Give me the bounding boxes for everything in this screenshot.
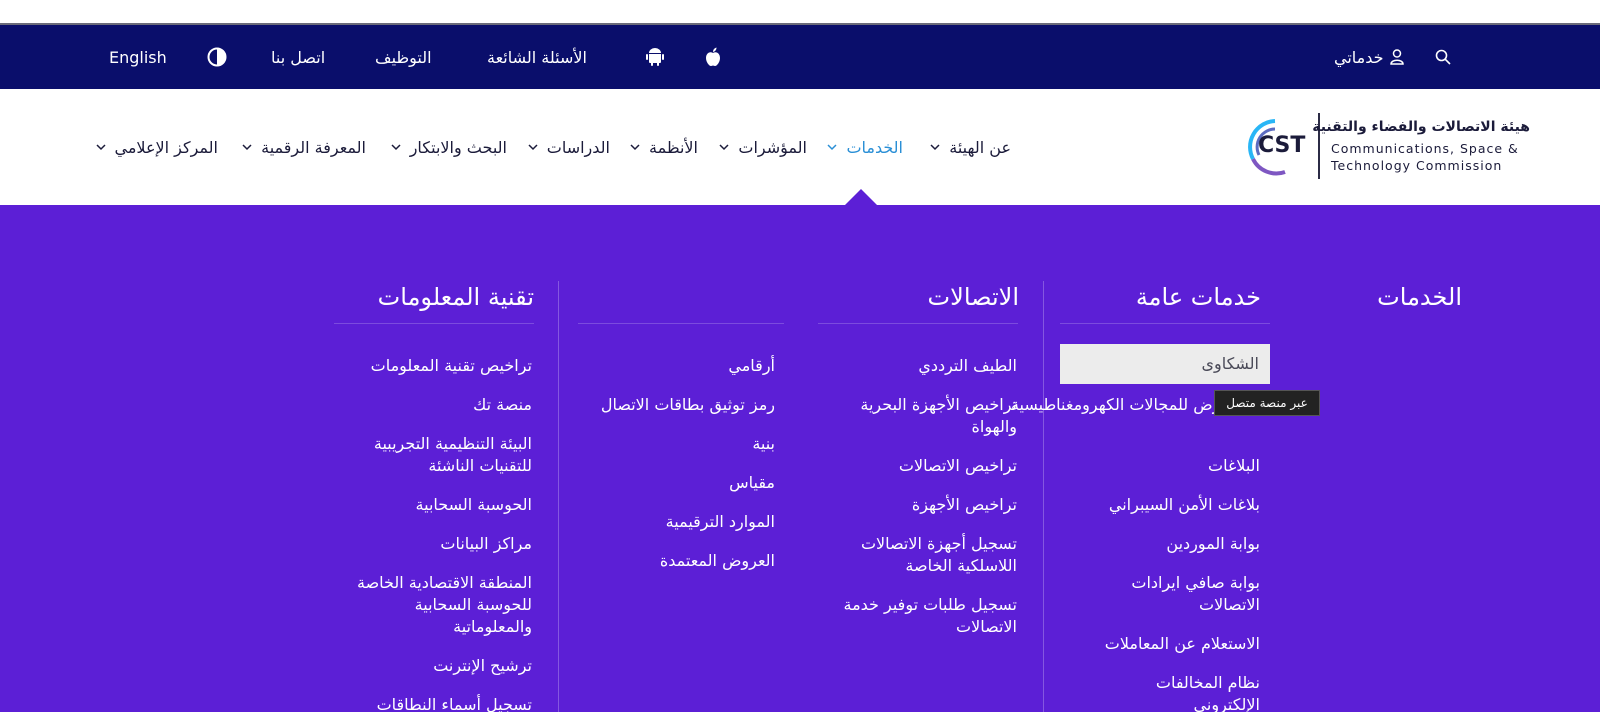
chevron-down-icon xyxy=(630,144,640,151)
chevron-down-icon xyxy=(242,144,252,151)
link-spectrum[interactable]: الطيف الترددي xyxy=(817,355,1017,377)
link-sim-verification-code[interactable]: رمز توثيق بطاقات الاتصال xyxy=(545,394,775,416)
logo-name-en-line1: Communications, Space & xyxy=(1331,141,1519,156)
logo-name-en-line2: Technology Commission xyxy=(1331,158,1503,173)
nav-item-services[interactable]: الخدمات xyxy=(826,135,903,159)
link-data-centers[interactable]: مراكز البيانات xyxy=(332,533,532,555)
link-regulatory-sandbox[interactable]: البيئة التنظيمية التجريبية للتقنيات النا… xyxy=(332,433,532,477)
link-cloud-computing[interactable]: الحوسبة السحابية xyxy=(332,494,532,516)
faq-label: الأسئلة الشائعة xyxy=(487,47,587,67)
my-services-link[interactable]: خدماتي xyxy=(1334,25,1404,89)
chevron-down-icon xyxy=(827,144,837,151)
column-title-it: تقنية المعلومات xyxy=(377,283,534,311)
link-domain-registration[interactable]: تسجيل أسماء النطاقات xyxy=(332,694,532,712)
chevron-down-icon xyxy=(719,144,729,151)
column-title-telecom: الاتصالات xyxy=(927,283,1019,311)
faq-link[interactable]: الأسئلة الشائعة xyxy=(487,25,587,89)
link-transaction-inquiry[interactable]: الاستعلام عن المعاملات xyxy=(1010,633,1260,655)
logo-name-ar: هيئة الاتصالات والفضاء والتقنية xyxy=(1312,119,1530,135)
nav-label: البحث والابتكار xyxy=(409,137,507,157)
link-internet-filtering[interactable]: ترشيح الإنترنت xyxy=(332,655,532,677)
link-complaints[interactable]: الشكاوى xyxy=(1060,344,1259,384)
jobs-label: التوظيف xyxy=(375,47,432,67)
chevron-down-icon xyxy=(528,144,538,151)
link-private-wireless-registration[interactable]: تسجيل أجهزة الاتصالات اللاسلكية الخاصة xyxy=(817,533,1017,577)
nav-label: الدراسات xyxy=(546,137,610,157)
nav-item-digital-knowledge[interactable]: المعرفة الرقمية xyxy=(241,135,366,159)
nav-item-studies[interactable]: الدراسات xyxy=(527,135,610,159)
link-telecom-licenses[interactable]: تراخيص الاتصالات xyxy=(817,455,1017,477)
nav-item-indicators[interactable]: المؤشرات xyxy=(718,135,807,159)
link-reports[interactable]: البلاغات xyxy=(1010,455,1260,477)
link-it-licenses[interactable]: تراخيص تقنية المعلومات xyxy=(332,355,532,377)
android-app-icon[interactable] xyxy=(646,25,664,89)
services-mega-menu: الخدمات خدمات عامة الشكاوى ل التعرض للمج… xyxy=(0,205,1600,712)
link-cybersecurity-reports[interactable]: بلاغات الأمن السيبراني xyxy=(1010,494,1260,516)
browser-top-strip xyxy=(0,0,1600,25)
mega-menu-heading: الخدمات xyxy=(1377,283,1462,311)
column-underline xyxy=(818,323,1018,324)
link-tech-platform[interactable]: منصة تك xyxy=(332,394,532,416)
link-numbering-resources[interactable]: الموارد الترقيمية xyxy=(545,511,775,533)
link-violations-system[interactable]: نظام المخالفات الإلكتروني xyxy=(1110,672,1260,712)
column-underline xyxy=(1060,323,1270,324)
link-approved-offers[interactable]: العروض المعتمدة xyxy=(545,550,775,572)
logo-mark-text: CST xyxy=(1258,133,1306,158)
tooltip: عبر منصة متصل xyxy=(1214,390,1320,416)
nav-label: المعرفة الرقمية xyxy=(261,137,366,157)
nav-item-media-center[interactable]: المركز الإعلامي xyxy=(95,135,219,159)
column-underline xyxy=(578,323,784,324)
chevron-down-icon xyxy=(391,144,401,151)
column-underline xyxy=(334,323,534,324)
user-icon xyxy=(1389,49,1404,65)
link-special-economic-zone[interactable]: المنطقة الاقتصادية الخاصة للحوسبة السحاب… xyxy=(332,572,532,638)
nav-item-regulations[interactable]: الأنظمة xyxy=(629,135,698,159)
nav-label: عن الهيئة xyxy=(949,137,1011,157)
my-services-label: خدماتي xyxy=(1334,47,1384,67)
link-meqyas[interactable]: مقياس xyxy=(545,472,775,494)
nav-item-research[interactable]: البحث والابتكار xyxy=(390,135,507,159)
apple-app-icon[interactable] xyxy=(705,25,721,89)
nav-label: المركز الإعلامي xyxy=(114,137,219,157)
utility-bar: English اتصل بنا التوظيف الأسئلة الشائعة… xyxy=(0,25,1600,89)
column-title-general-services: خدمات عامة xyxy=(1135,283,1261,311)
link-device-licenses[interactable]: تراخيص الأجهزة xyxy=(817,494,1017,516)
contact-label: اتصل بنا xyxy=(271,47,326,67)
english-language-link[interactable]: English xyxy=(109,25,167,89)
nav-label: المؤشرات xyxy=(738,137,807,157)
column-divider xyxy=(1043,281,1044,712)
link-net-revenue-portal[interactable]: بوابة صافي ايرادات الاتصالات xyxy=(1110,572,1260,616)
chevron-down-icon xyxy=(930,144,940,151)
english-label: English xyxy=(109,47,167,67)
link-suppliers-portal[interactable]: بوابة الموردين xyxy=(1010,533,1260,555)
link-infrastructure[interactable]: بنية xyxy=(545,433,775,455)
nav-label: الأنظمة xyxy=(649,137,698,157)
nav-item-about[interactable]: عن الهيئة xyxy=(929,135,1011,159)
contact-link[interactable]: اتصل بنا xyxy=(271,25,325,89)
main-nav: CST هيئة الاتصالات والفضاء والتقنية Comm… xyxy=(0,89,1600,205)
link-marine-amateur-licenses[interactable]: تراخيص الأجهزة البحرية والهواة xyxy=(817,394,1017,438)
link-my-numbers[interactable]: أرقامي xyxy=(545,355,775,377)
nav-label: الخدمات xyxy=(846,137,903,157)
contrast-toggle-icon[interactable] xyxy=(207,25,227,89)
search-icon[interactable] xyxy=(1435,25,1451,89)
link-service-provision-requests[interactable]: تسجيل طلبات توفير خدمة الاتصالات xyxy=(817,594,1017,638)
jobs-link[interactable]: التوظيف xyxy=(375,25,432,89)
chevron-down-icon xyxy=(95,144,106,151)
column-divider xyxy=(558,281,559,712)
active-menu-pointer xyxy=(845,189,877,205)
